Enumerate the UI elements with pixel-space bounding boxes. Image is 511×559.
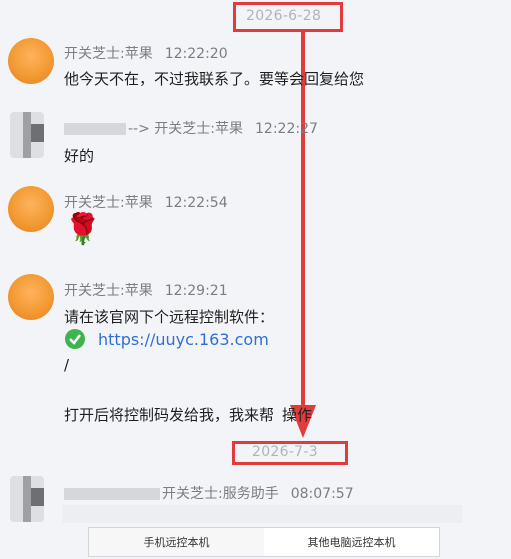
sender-name: 开关芝士:苹果 <box>154 121 244 137</box>
message-header: 开关芝士:苹果 12:22:54 <box>64 192 228 212</box>
check-icon <box>65 329 85 349</box>
tab-phone-remote[interactable]: 手机远控本机 <box>89 528 264 556</box>
tab-pc-remote[interactable]: 其他电脑远控本机 <box>264 528 439 556</box>
avatar[interactable] <box>10 112 44 158</box>
date-separator: 2026-7-3 <box>252 444 318 460</box>
blurred-name <box>64 123 126 135</box>
message-text: 打开后将控制码发给我，我来帮 操作 <box>64 406 313 424</box>
rose-emoji: 🌹 <box>64 212 102 247</box>
card-edge <box>62 505 462 523</box>
message-time: 12:22:27 <box>255 121 318 137</box>
message-header: --> 开关芝士:苹果 12:22:27 <box>64 118 318 138</box>
remote-control-tabs: 手机远控本机 其他电脑远控本机 <box>88 527 440 557</box>
sender-prefix: --> <box>128 121 150 137</box>
sender-name: 开关芝士:苹果 <box>64 283 153 299</box>
message-time: 08:07:57 <box>290 486 354 502</box>
message-header: 开关芝士:苹果 12:22:20 <box>64 43 228 63</box>
message-time: 12:22:54 <box>164 195 228 211</box>
sender-name: 开关芝士:服务助手 <box>162 486 279 502</box>
message-header: 开关芝士:苹果 12:29:21 <box>64 280 228 300</box>
message-header: 开关芝士:服务助手 08:07:57 <box>64 483 354 503</box>
message-text: 好的 <box>64 147 95 165</box>
avatar[interactable] <box>8 38 54 84</box>
avatar[interactable] <box>8 186 54 232</box>
date-separator: 2026-6-28 <box>246 8 322 24</box>
message-time: 12:29:21 <box>164 283 228 299</box>
sender-name: 开关芝士:苹果 <box>64 46 153 62</box>
avatar[interactable] <box>8 274 54 320</box>
avatar[interactable] <box>10 476 44 522</box>
link[interactable]: https://uuyc.163.com <box>98 330 269 349</box>
message-text: 他今天不在，不过我联系了。要等会回复给您 <box>64 70 365 88</box>
message-text: 请在该官网下个远程控制软件： <box>64 308 275 326</box>
blurred-name <box>64 488 160 500</box>
message-time: 12:22:20 <box>164 46 228 62</box>
message-text: / <box>64 356 70 374</box>
sender-name: 开关芝士:苹果 <box>64 195 153 211</box>
